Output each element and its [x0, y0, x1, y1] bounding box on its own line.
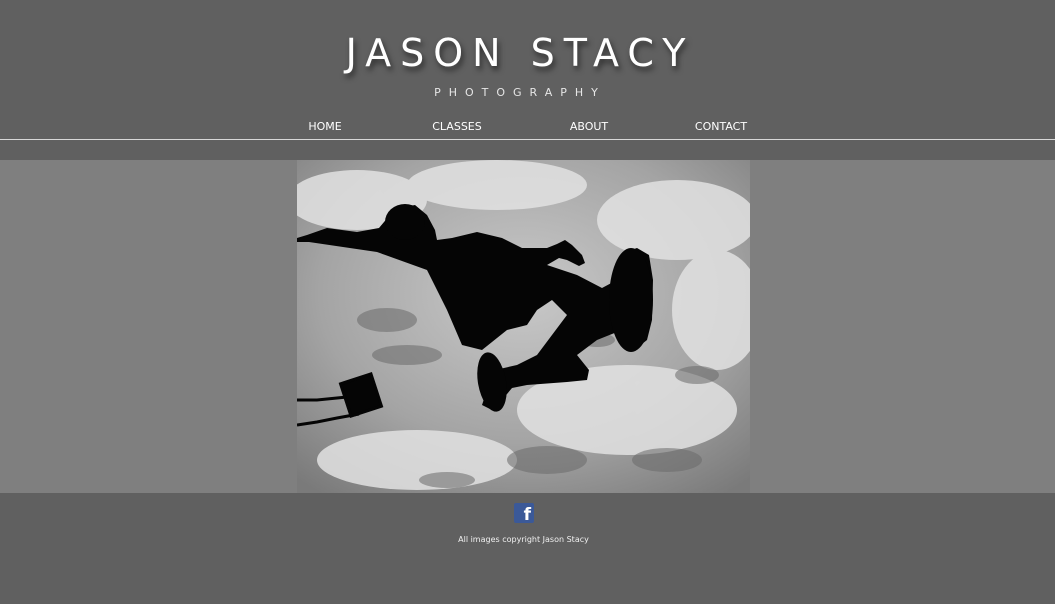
main-nav: HOME CLASSES ABOUT CONTACT [0, 119, 1055, 137]
hero-section [0, 160, 1055, 493]
nav-divider [0, 139, 1055, 140]
nav-item-home[interactable]: HOME [270, 119, 380, 135]
site-footer: f All images copyright Jason Stacy [0, 493, 1055, 604]
hero-photo-image [297, 160, 750, 493]
page: JASON STACY PHOTOGRAPHY HOME CLASSES ABO… [0, 0, 1055, 604]
site-title: JASON STACY [345, 31, 695, 75]
site-subtitle: PHOTOGRAPHY [434, 86, 606, 99]
nav-item-about[interactable]: ABOUT [534, 119, 644, 135]
facebook-icon[interactable]: f [514, 503, 534, 525]
nav-item-classes[interactable]: CLASSES [402, 119, 512, 135]
site-header: JASON STACY PHOTOGRAPHY HOME CLASSES ABO… [0, 0, 1055, 160]
copyright-text: All images copyright Jason Stacy [458, 535, 589, 544]
facebook-icon-glyph: f [523, 505, 531, 525]
nav-item-contact[interactable]: CONTACT [666, 119, 776, 135]
hero-photo [297, 160, 750, 493]
